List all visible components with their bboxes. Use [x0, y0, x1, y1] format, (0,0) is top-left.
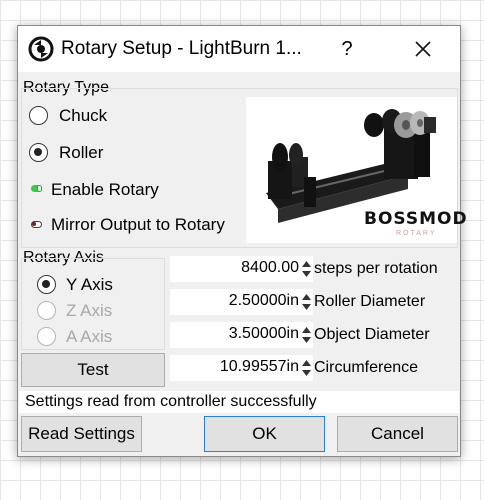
- photo-subtitle-label: ROTARY: [396, 230, 437, 237]
- ok-button[interactable]: OK: [204, 416, 325, 452]
- circumference-value[interactable]: 10.99557in: [220, 358, 299, 376]
- status-bar: Settings read from controller successful…: [19, 391, 459, 413]
- z-axis-radio: [37, 301, 56, 320]
- close-icon[interactable]: [406, 34, 440, 64]
- circumference-field[interactable]: 10.99557in: [170, 355, 313, 381]
- mirror-output-label[interactable]: Mirror Output to Rotary: [51, 215, 225, 235]
- circumference-caption: Circumference: [314, 359, 419, 376]
- z-axis-label: Z Axis: [66, 301, 113, 320]
- roller-diameter-value[interactable]: 2.50000in: [229, 292, 299, 310]
- photo-brand-label: BOSSMOD: [364, 209, 468, 229]
- object-diameter-caption: Object Diameter: [314, 326, 430, 343]
- y-axis-label[interactable]: Y Axis: [66, 275, 113, 295]
- window-title: Rotary Setup - LightBurn 1...: [61, 38, 302, 59]
- roller-diameter-field[interactable]: 2.50000in: [170, 289, 313, 315]
- enable-rotary-label[interactable]: Enable Rotary: [51, 180, 159, 200]
- chuck-label[interactable]: Chuck: [59, 106, 107, 126]
- title-bar[interactable]: Rotary Setup - LightBurn 1... ?: [18, 26, 460, 72]
- spin-arrows-icon[interactable]: [301, 357, 312, 379]
- a-axis-label: A Axis: [66, 327, 113, 346]
- enable-rotary-toggle[interactable]: [31, 185, 42, 192]
- steps-per-rotation-value[interactable]: 8400.00: [241, 259, 299, 277]
- cancel-button[interactable]: Cancel: [337, 416, 458, 452]
- read-settings-button[interactable]: Read Settings: [21, 416, 142, 452]
- spin-arrows-icon[interactable]: [301, 324, 312, 346]
- rotary-product-image: BOSSMOD ROTARY: [246, 97, 467, 243]
- steps-per-rotation-caption: steps per rotation: [314, 260, 438, 277]
- roller-diameter-caption: Roller Diameter: [314, 293, 426, 310]
- steps-per-rotation-field[interactable]: 8400.00: [170, 256, 313, 282]
- roller-radio[interactable]: [29, 143, 48, 162]
- object-diameter-field[interactable]: 3.50000in: [170, 322, 313, 348]
- y-axis-radio[interactable]: [37, 275, 56, 294]
- spin-arrows-icon[interactable]: [301, 258, 312, 280]
- test-button[interactable]: Test: [21, 353, 165, 387]
- spin-arrows-icon[interactable]: [301, 291, 312, 313]
- lightburn-logo-icon: [28, 36, 54, 62]
- status-text: Settings read from controller successful…: [25, 393, 317, 410]
- mirror-output-toggle[interactable]: [31, 221, 42, 228]
- object-diameter-value[interactable]: 3.50000in: [229, 325, 299, 343]
- roller-label[interactable]: Roller: [59, 143, 103, 163]
- rotary-setup-dialog: Rotary Setup - LightBurn 1... ? Rotary T…: [17, 25, 467, 457]
- help-button[interactable]: ?: [330, 36, 364, 62]
- a-axis-radio: [37, 327, 56, 346]
- chuck-radio[interactable]: [29, 106, 48, 125]
